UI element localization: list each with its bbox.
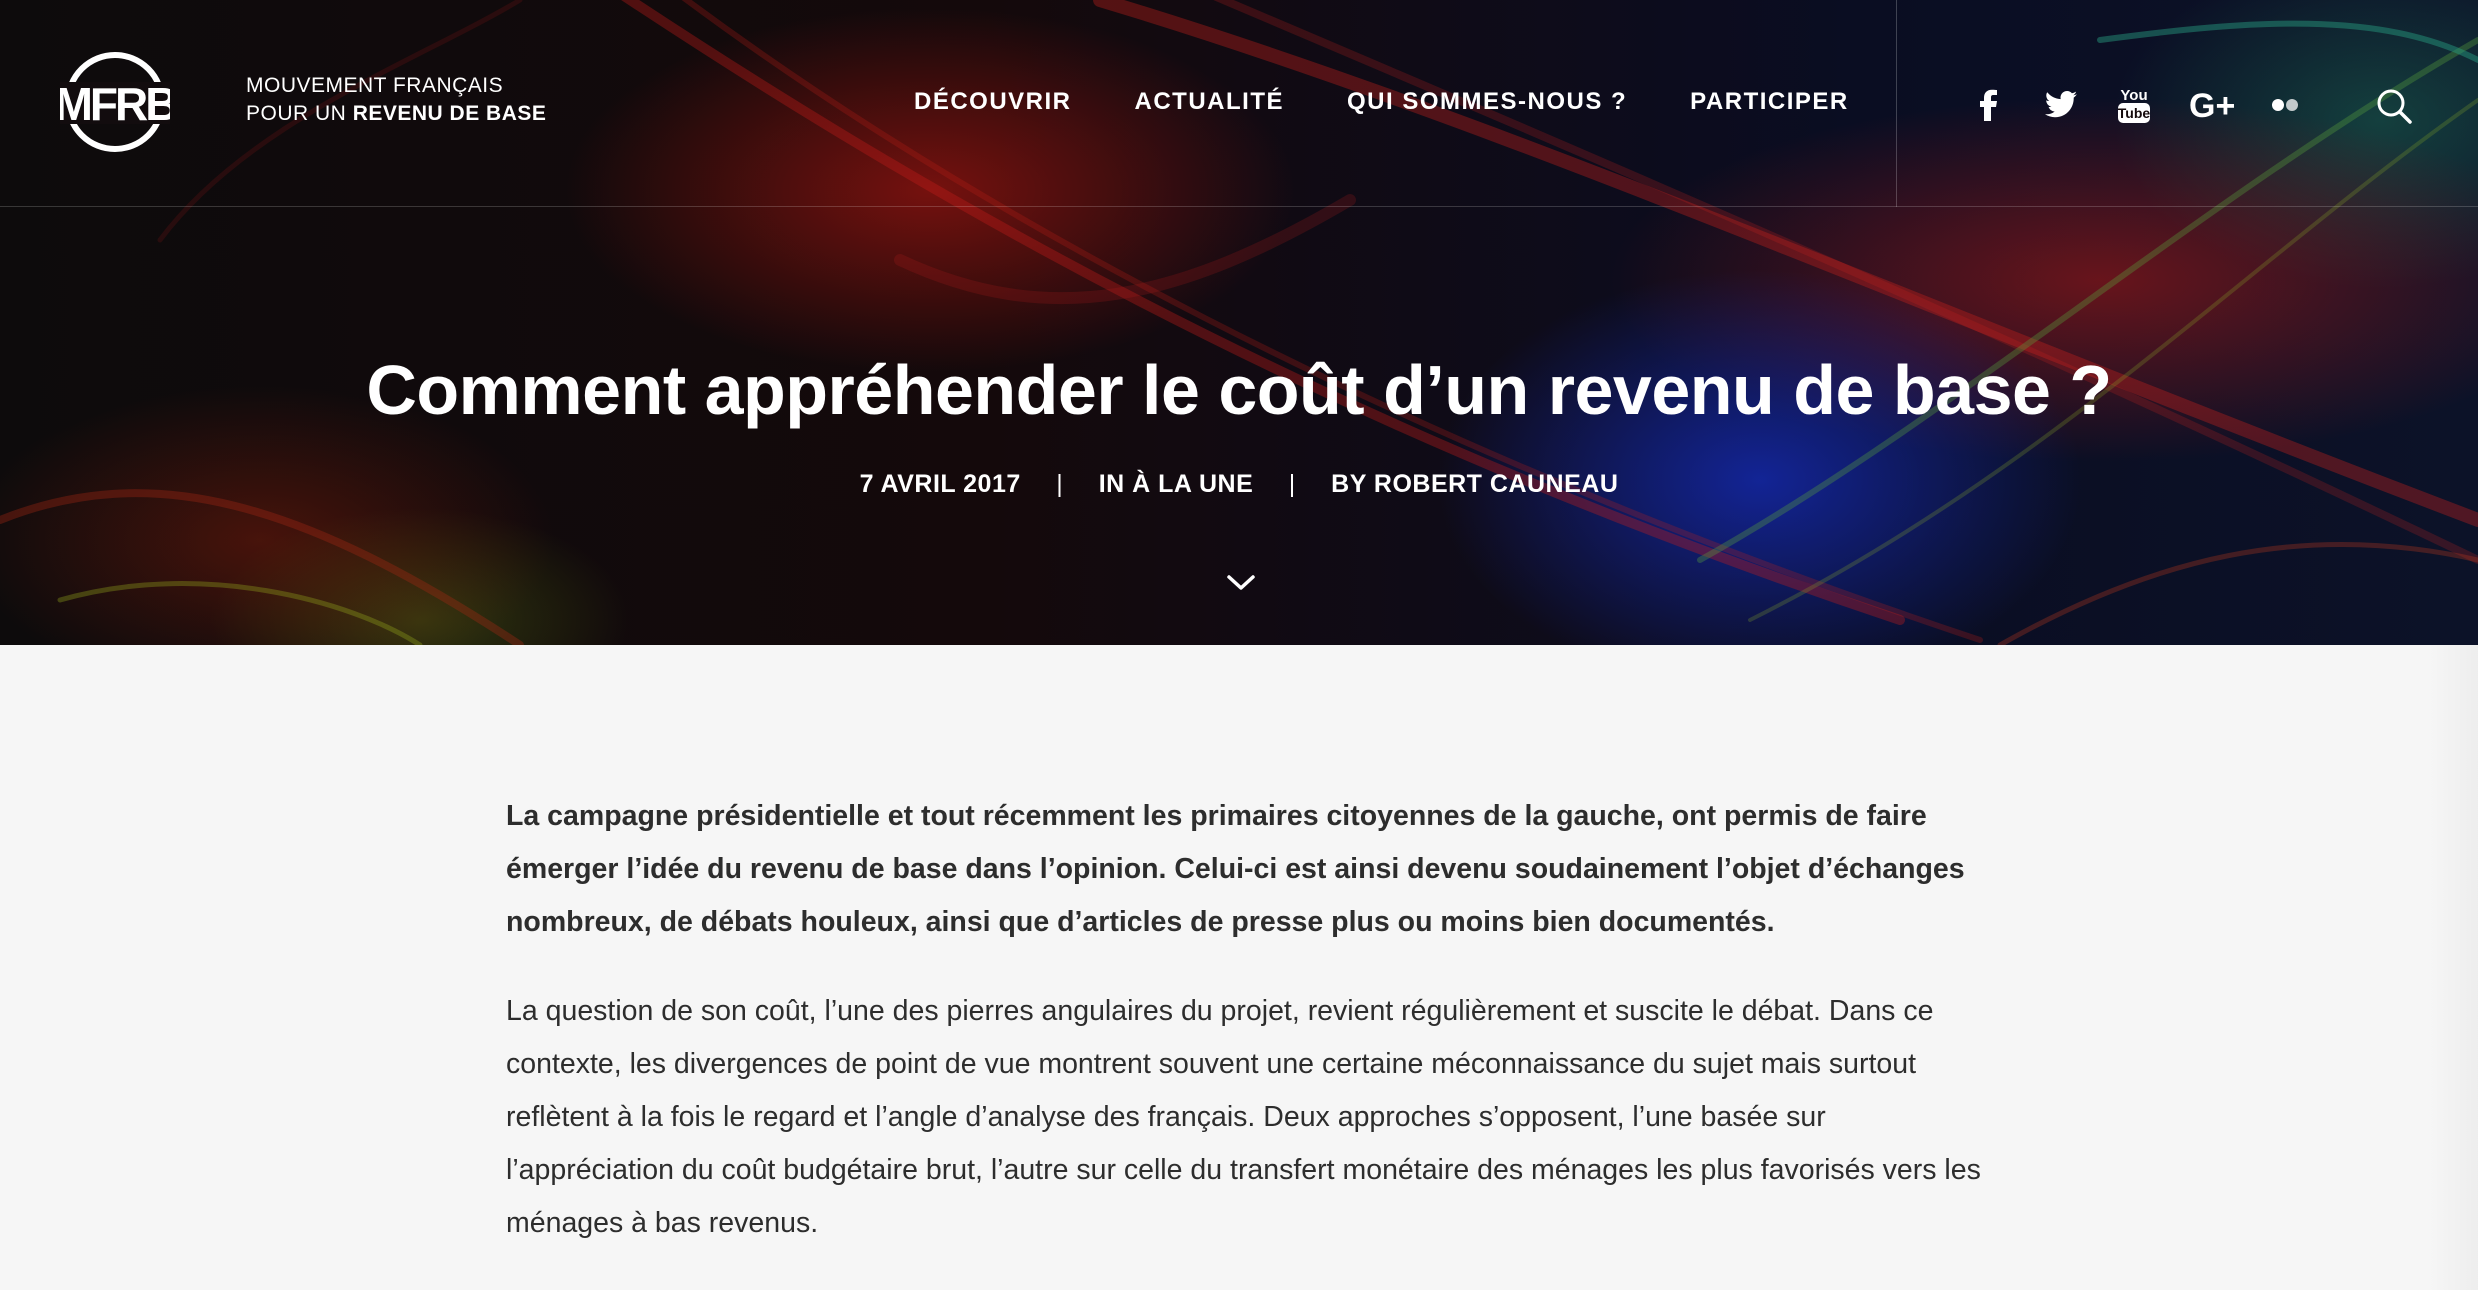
youtube-icon-text-top: You [2120,87,2147,104]
logo-mark-text: MFRB [60,78,170,130]
nav-item-qui-sommes-nous[interactable]: QUI SOMMES-NOUS ? [1347,88,1627,116]
logo-line-2-prefix: POUR UN [246,102,353,125]
article-category-link[interactable]: IN À LA UNE [1099,470,1254,498]
logo-line-2-bold: REVENU DE BASE [352,102,547,125]
article-body: La campagne présidentielle et tout récem… [506,790,1986,1250]
article-lead: La campagne présidentielle et tout récem… [506,800,1965,938]
google-plus-icon-text: G+ [2189,89,2235,121]
article-title: Comment appréhender le coût d’un revenu … [366,351,2112,429]
twitter-icon[interactable] [2045,91,2077,119]
site-logo[interactable]: MFRB MOUVEMENT FRANÇAIS POUR UN REVENU D… [60,50,546,154]
flickr-icon[interactable] [2271,97,2299,113]
article-date: 7 AVRIL 2017 [859,470,1021,498]
google-plus-icon[interactable]: G+ [2189,89,2241,121]
page-edge-shadow [2428,645,2478,1290]
logo-line-2: POUR UN REVENU DE BASE [246,100,546,128]
mfrb-logo-icon: MFRB [60,52,170,152]
logo-wordmark: MOUVEMENT FRANÇAIS POUR UN REVENU DE BAS… [246,72,546,128]
facebook-icon[interactable] [1978,89,1998,121]
nav-item-actualite[interactable]: ACTUALITÉ [1135,88,1284,116]
youtube-icon[interactable]: You Tube [2117,86,2151,124]
nav-item-decouvrir[interactable]: DÉCOUVRIR [914,88,1072,116]
social-links: You Tube G+ [1970,86,2299,124]
meta-separator: | [1056,470,1064,498]
logo-line-1: MOUVEMENT FRANÇAIS [246,74,504,97]
article-author-link[interactable]: BY ROBERT CAUNEAU [1331,470,1618,498]
header-divider [1896,0,1897,207]
meta-separator: | [1288,470,1296,498]
search-icon[interactable] [2376,88,2412,124]
hero-banner: MFRB MOUVEMENT FRANÇAIS POUR UN REVENU D… [0,0,2478,645]
youtube-icon-text-bottom: Tube [2118,105,2151,121]
nav-item-participer[interactable]: PARTICIPER [1690,88,1849,116]
article-meta: 7 AVRIL 2017 | IN À LA UNE | BY ROBERT C… [0,470,2478,499]
site-header: MFRB MOUVEMENT FRANÇAIS POUR UN REVENU D… [0,0,2478,207]
article-paragraph: La question de son coût, l’une des pierr… [506,995,1981,1239]
chevron-down-icon[interactable] [1226,574,1256,592]
main-nav: DÉCOUVRIR ACTUALITÉ QUI SOMMES-NOUS ? PA… [914,88,1912,116]
